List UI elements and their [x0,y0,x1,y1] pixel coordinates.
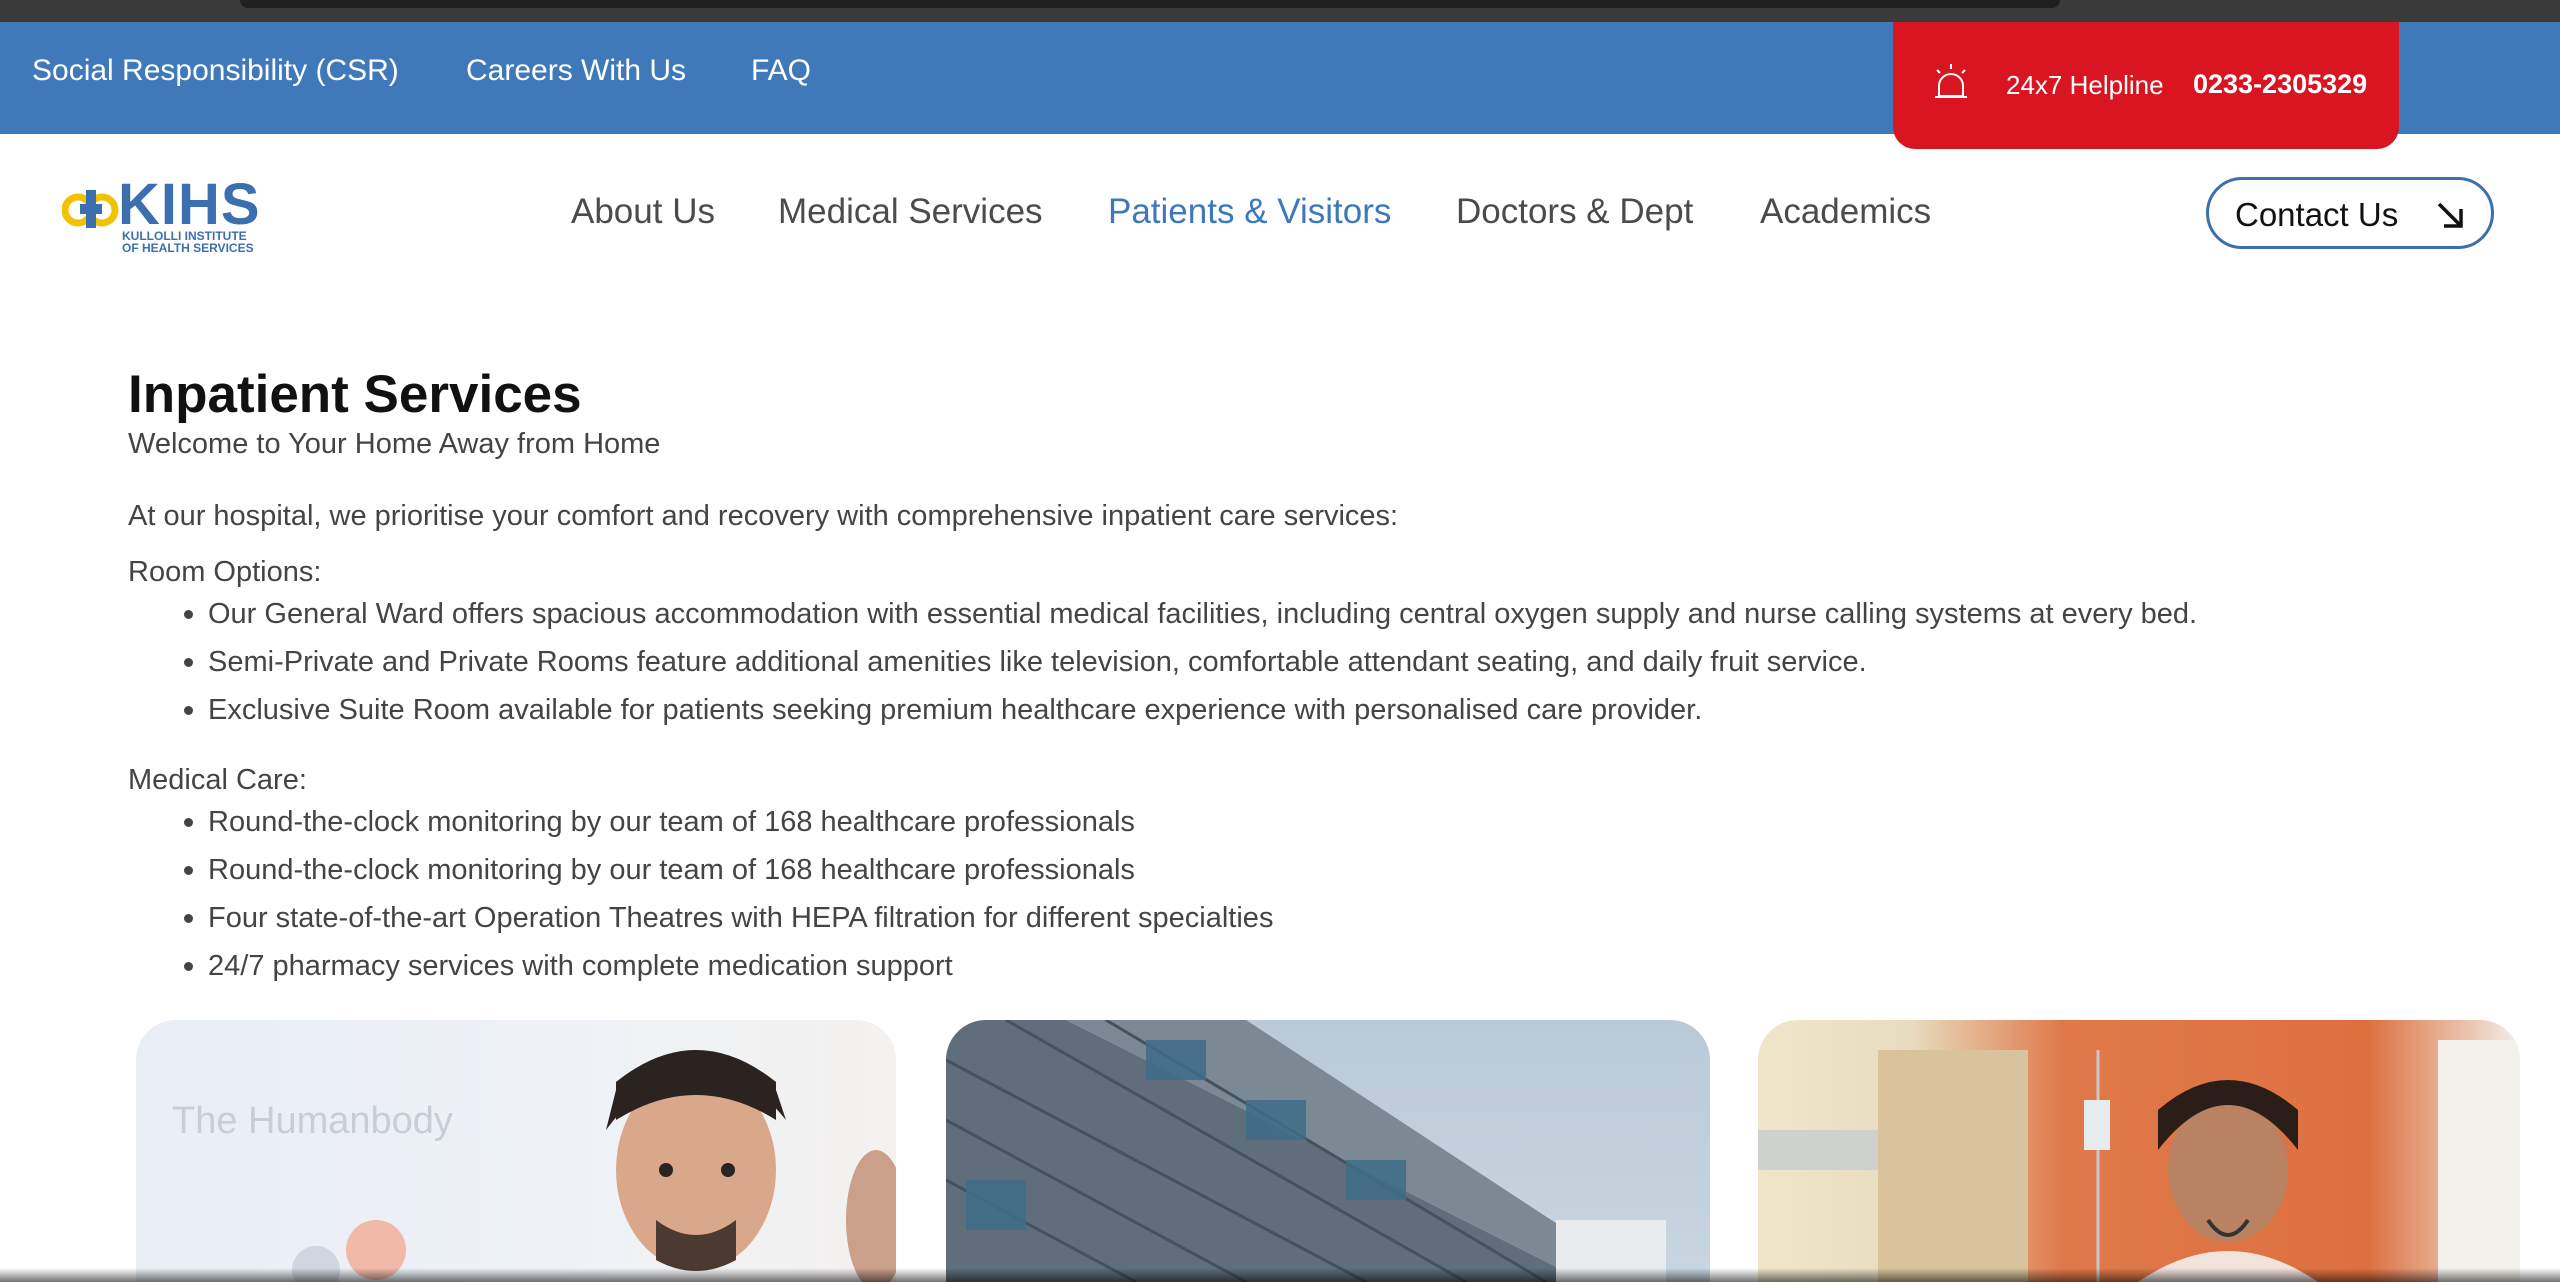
helpline-box[interactable]: 24x7 Helpline 0233-2305329 [1893,22,2399,149]
arrow-down-right-icon [2437,202,2463,228]
bottom-shadow [0,1268,2560,1282]
page-subtitle: Welcome to Your Home Away from Home [128,428,661,460]
faq-link[interactable]: FAQ [751,54,811,88]
card-nurse-image[interactable] [1758,1020,2520,1282]
nav-academics[interactable]: Academics [1760,192,1931,232]
careers-link[interactable]: Careers With Us [466,54,686,88]
list-item: Exclusive Suite Room available for patie… [183,686,2197,734]
nav-medical-services[interactable]: Medical Services [778,192,1043,232]
csr-link[interactable]: Social Responsibility (CSR) [32,54,399,88]
alarm-bell-icon [1935,64,1967,98]
card-building-image[interactable] [946,1020,1710,1282]
hospital-building-icon [946,1020,1666,1282]
room-options-heading: Room Options: [128,556,322,588]
helpline-label: 24x7 Helpline [2006,70,2164,100]
doctor-portrait-icon [292,1050,896,1282]
logo-mark-icon [62,190,119,228]
contact-us-button[interactable]: Contact Us [2206,177,2494,249]
helpline-number[interactable]: 0233-2305329 [2193,69,2367,100]
nav-about-us[interactable]: About Us [571,192,715,232]
nav-doctors-dept[interactable]: Doctors & Dept [1456,192,1693,232]
logo-subtitle-line2: OF HEALTH SERVICES [122,241,254,255]
browser-chrome [0,0,2560,22]
contact-us-label: Contact Us [2235,196,2399,233]
list-item: Semi-Private and Private Rooms feature a… [183,638,2197,686]
medical-care-heading: Medical Care: [128,764,307,796]
kihs-logo[interactable]: KIHS KULLOLLI INSTITUTE OF HEALTH SERVIC… [62,172,260,256]
browser-tab-bar [240,0,2060,8]
nurse-portrait-icon [1758,1040,2520,1282]
list-item: Four state-of-the-art Operation Theatres… [183,894,1273,942]
list-item: Round-the-clock monitoring by our team o… [183,798,1273,846]
list-item: Round-the-clock monitoring by our team o… [183,846,1273,894]
room-options-list: Our General Ward offers spacious accommo… [128,590,2197,734]
list-item: 24/7 pharmacy services with complete med… [183,942,1273,990]
page-title: Inpatient Services [128,365,582,424]
intro-text: At our hospital, we prioritise your comf… [128,500,1399,532]
nav-patients-visitors[interactable]: Patients & Visitors [1108,192,1391,232]
list-item: Our General Ward offers spacious accommo… [183,590,2197,638]
medical-care-list: Round-the-clock monitoring by our team o… [128,798,1273,990]
card-doctor-image[interactable]: The Humanbody [136,1020,896,1282]
